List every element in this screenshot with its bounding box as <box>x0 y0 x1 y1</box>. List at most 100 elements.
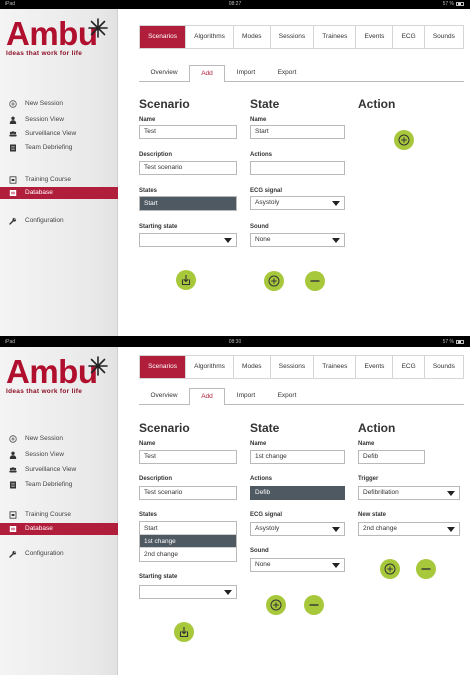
sidebar-item-session-view[interactable]: Session View <box>0 114 118 126</box>
scenario-description-field[interactable]: Test scenario <box>139 161 237 175</box>
list-item[interactable]: Start <box>140 197 236 210</box>
sidebar-item-team-debriefing[interactable]: Team Debriefing <box>0 479 118 491</box>
state-name-field[interactable]: Start <box>250 125 345 139</box>
group-icon <box>9 131 17 137</box>
scenario-description-label: Description <box>139 152 173 158</box>
sidebar-item-training-course[interactable]: Training Course <box>0 509 118 521</box>
state-title: State <box>250 97 280 111</box>
states-list[interactable]: Start <box>139 196 237 211</box>
sidebar-item-surveillance-view[interactable]: Surveillance View <box>0 128 118 140</box>
tab-events[interactable]: Events <box>356 26 394 48</box>
battery-percent: 57 % <box>442 1 454 7</box>
scenario-description-field[interactable]: Test scenario <box>139 486 237 500</box>
tab-events[interactable]: Events <box>356 356 394 378</box>
battery-status: 57 % <box>443 0 464 9</box>
chevron-down-icon <box>447 527 455 532</box>
tab-sounds[interactable]: Sounds <box>424 26 463 48</box>
ecg-signal-label: ECG signal <box>250 188 283 194</box>
starting-state-select[interactable] <box>139 585 237 599</box>
scenario-name-label: Name <box>139 441 156 447</box>
tab-sessions[interactable]: Sessions <box>270 356 315 378</box>
state-name-label: Name <box>250 117 267 123</box>
chevron-down-icon <box>332 201 340 206</box>
subtab-import[interactable]: Import <box>225 388 267 405</box>
chevron-down-icon <box>332 527 340 532</box>
subtab-import[interactable]: Import <box>225 65 267 82</box>
sidebar-item-configuration[interactable]: Configuration <box>0 215 118 227</box>
sidebar-item-database[interactable]: Database <box>0 523 118 535</box>
sidebar-item-surveillance-view[interactable]: Surveillance View <box>0 464 118 476</box>
list-item[interactable]: Start <box>140 522 236 535</box>
list-item[interactable]: 2nd change <box>140 548 236 561</box>
tab-sessions[interactable]: Sessions <box>270 26 315 48</box>
subtab-underline <box>139 404 189 405</box>
tab-scenarios[interactable]: Scenarios <box>140 356 187 378</box>
add-state-button[interactable] <box>264 271 284 291</box>
state-name-field[interactable]: 1st change <box>250 450 345 464</box>
tab-trainees[interactable]: Trainees <box>314 356 357 378</box>
add-state-button[interactable] <box>266 595 286 615</box>
subtab-underline <box>139 81 189 82</box>
tab-trainees[interactable]: Trainees <box>314 26 357 48</box>
add-action-button[interactable] <box>380 559 400 579</box>
sidebar-item-training-course[interactable]: Training Course <box>0 174 118 186</box>
battery-status: 57 % <box>443 338 464 347</box>
tab-ecg[interactable]: ECG <box>393 356 425 378</box>
subtab-overview[interactable]: Overview <box>139 65 189 82</box>
save-scenario-button[interactable] <box>176 270 196 290</box>
monitor-icon <box>9 176 17 184</box>
minus-icon <box>421 568 431 570</box>
sub-tabs: Overview Add Import Export <box>139 388 307 405</box>
logo-star-icon <box>88 18 108 38</box>
sidebar-item-database[interactable]: Database <box>0 187 118 199</box>
person-icon <box>9 451 17 459</box>
remove-action-button[interactable] <box>416 559 436 579</box>
scenario-name-field[interactable]: Test <box>139 450 237 464</box>
tab-sounds[interactable]: Sounds <box>424 356 463 378</box>
remove-state-button[interactable] <box>304 595 324 615</box>
tab-scenarios[interactable]: Scenarios <box>140 26 187 48</box>
tab-modes[interactable]: Modes <box>233 26 271 48</box>
subtab-add[interactable]: Add <box>189 65 225 82</box>
new-state-value: 2nd change <box>363 525 397 532</box>
tab-ecg[interactable]: ECG <box>393 26 425 48</box>
state-actions-list[interactable] <box>250 161 345 175</box>
action-name-field[interactable]: Defib <box>358 450 425 464</box>
sound-select[interactable]: None <box>250 558 345 572</box>
new-state-select[interactable]: 2nd change <box>358 522 460 536</box>
ecg-signal-select[interactable]: Asystoly <box>250 196 345 210</box>
state-actions-list[interactable]: Defib <box>250 486 345 500</box>
sidebar-item-label: Database <box>25 525 53 532</box>
database-icon <box>9 526 17 532</box>
subtab-export[interactable]: Export <box>267 388 307 405</box>
scenario-name-field[interactable]: Test <box>139 125 237 139</box>
sidebar-item-new-session[interactable]: New Session <box>0 433 118 445</box>
remove-state-button[interactable] <box>305 271 325 291</box>
ecg-signal-label: ECG signal <box>250 512 283 518</box>
person-icon <box>9 116 17 124</box>
starting-state-select[interactable] <box>139 233 237 247</box>
states-list[interactable]: Start 1st change 2nd change <box>139 521 237 562</box>
save-icon <box>181 275 191 286</box>
sound-select[interactable]: None <box>250 233 345 247</box>
scenario-title: Scenario <box>139 97 190 111</box>
tab-algorithms[interactable]: Algorithms <box>186 356 234 378</box>
tab-algorithms[interactable]: Algorithms <box>186 26 234 48</box>
plus-circle-icon <box>384 563 396 575</box>
sidebar-item-configuration[interactable]: Configuration <box>0 548 118 560</box>
sidebar-item-team-debriefing[interactable]: Team Debriefing <box>0 142 118 154</box>
subtab-export[interactable]: Export <box>267 65 307 82</box>
clock: 08:30 <box>228 339 242 345</box>
ecg-signal-select[interactable]: Asystoly <box>250 522 345 536</box>
sidebar-item-label: Training Course <box>25 176 72 183</box>
sidebar-item-new-session[interactable]: New Session <box>0 98 118 110</box>
save-scenario-button[interactable] <box>174 622 194 642</box>
list-item[interactable]: 1st change <box>140 535 236 548</box>
tab-modes[interactable]: Modes <box>233 356 271 378</box>
subtab-add[interactable]: Add <box>189 388 225 405</box>
subtab-overview[interactable]: Overview <box>139 388 189 405</box>
trigger-select[interactable]: Defibrillation <box>358 486 460 500</box>
sidebar-item-session-view[interactable]: Session View <box>0 449 118 461</box>
minus-icon <box>310 280 320 282</box>
add-action-button[interactable] <box>394 130 414 150</box>
